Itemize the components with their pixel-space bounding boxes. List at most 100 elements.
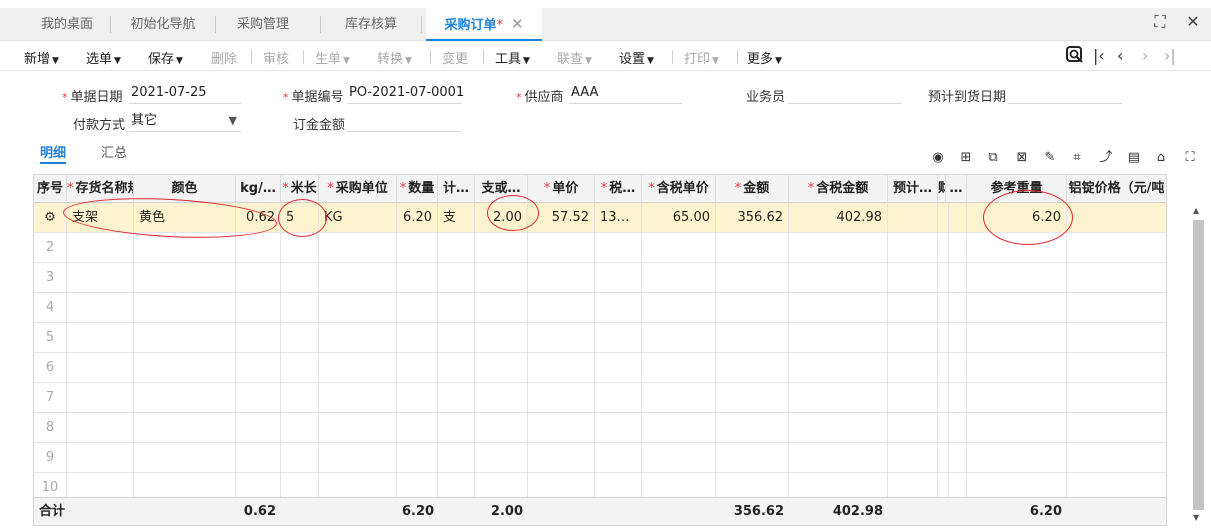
col-narrow-1[interactable]: 财 <box>938 175 946 203</box>
table-cell[interactable] <box>1067 233 1166 263</box>
table-cell[interactable] <box>281 323 319 353</box>
table-cell[interactable] <box>789 443 888 473</box>
table-cell[interactable] <box>967 353 1067 383</box>
table-cell[interactable] <box>67 323 134 353</box>
table-cell[interactable] <box>438 293 475 323</box>
table-row[interactable]: 8 <box>34 413 1166 443</box>
delete-row-icon[interactable]: ⊠ <box>1014 150 1030 166</box>
tab-purchase-order[interactable]: 采购订单* ✕ <box>426 8 542 41</box>
table-cell[interactable] <box>595 413 642 443</box>
supplier-field[interactable]: AAA <box>569 84 682 104</box>
table-cell[interactable] <box>1067 323 1166 353</box>
table-cell[interactable] <box>438 383 475 413</box>
table-cell[interactable] <box>716 263 789 293</box>
table-cell[interactable] <box>236 263 281 293</box>
table-cell[interactable] <box>281 443 319 473</box>
table-cell[interactable] <box>67 263 134 293</box>
table-cell[interactable] <box>281 263 319 293</box>
col-pieces[interactable]: 支或… <box>475 175 528 203</box>
table-cell[interactable] <box>528 413 595 443</box>
table-cell[interactable] <box>595 293 642 323</box>
table-cell[interactable] <box>888 263 938 293</box>
table-cell[interactable] <box>888 323 938 353</box>
table-cell[interactable] <box>789 263 888 293</box>
cell-tax-price[interactable]: 65.00 <box>642 203 716 233</box>
table-cell[interactable] <box>1067 353 1166 383</box>
cell-purchase-unit[interactable]: KG <box>319 203 397 233</box>
table-cell[interactable] <box>716 293 789 323</box>
table-cell[interactable] <box>475 383 528 413</box>
table-cell[interactable] <box>319 443 397 473</box>
table-cell[interactable] <box>888 443 938 473</box>
scroll-down-icon[interactable]: ▼ <box>1193 513 1199 522</box>
table-cell[interactable] <box>595 233 642 263</box>
table-cell[interactable] <box>134 383 236 413</box>
cell-qty[interactable]: 6.20 <box>397 203 438 233</box>
table-cell[interactable] <box>397 323 438 353</box>
payment-select[interactable]: 其它 ▼ <box>129 112 241 132</box>
generate-menu[interactable]: 生单 ▼ <box>315 48 350 67</box>
table-cell[interactable] <box>397 353 438 383</box>
table-cell[interactable] <box>397 293 438 323</box>
table-cell[interactable] <box>438 413 475 443</box>
columns-icon[interactable]: ▤ <box>1126 150 1142 166</box>
table-cell[interactable] <box>789 293 888 323</box>
table-row[interactable]: 6 <box>34 353 1166 383</box>
table-cell[interactable] <box>134 293 236 323</box>
table-cell[interactable] <box>281 413 319 443</box>
col-purchase-unit[interactable]: * 采购单位 <box>319 175 397 203</box>
table-cell[interactable] <box>67 293 134 323</box>
col-tax-price[interactable]: * 含税单价 <box>642 175 716 203</box>
table-cell[interactable] <box>595 443 642 473</box>
table-cell[interactable] <box>236 233 281 263</box>
table-cell[interactable] <box>438 263 475 293</box>
batch-icon[interactable]: ⌗ <box>1069 150 1085 166</box>
search-record-icon[interactable] <box>1066 46 1084 68</box>
cell-length[interactable]: 5 <box>281 203 319 233</box>
edit-icon[interactable]: ✎ <box>1042 150 1058 166</box>
table-cell[interactable] <box>1067 413 1166 443</box>
tab-inventory-accounting[interactable]: 库存核算 <box>321 8 421 41</box>
table-cell[interactable] <box>134 443 236 473</box>
table-cell[interactable] <box>281 293 319 323</box>
cell-kg[interactable]: 0.62 <box>236 203 281 233</box>
table-cell[interactable] <box>397 383 438 413</box>
table-row[interactable]: 4 <box>34 293 1166 323</box>
table-cell[interactable] <box>716 233 789 263</box>
close-tab-icon[interactable]: ✕ <box>511 15 524 33</box>
delete-button[interactable]: 删除 <box>211 48 237 67</box>
table-cell[interactable] <box>319 263 397 293</box>
table-cell[interactable] <box>716 353 789 383</box>
row-settings-icon[interactable]: ⚙ <box>34 203 67 233</box>
table-cell[interactable] <box>888 233 938 263</box>
table-row[interactable]: 7 <box>34 383 1166 413</box>
table-cell[interactable] <box>642 263 716 293</box>
table-cell[interactable] <box>528 323 595 353</box>
table-row[interactable]: 3 <box>34 263 1166 293</box>
table-cell[interactable] <box>319 293 397 323</box>
table-cell[interactable] <box>946 383 967 413</box>
save-menu[interactable]: 保存 ▼ <box>148 48 183 67</box>
table-cell[interactable] <box>595 383 642 413</box>
query-menu[interactable]: 联查 ▼ <box>557 48 592 67</box>
table-cell[interactable] <box>888 353 938 383</box>
print-menu[interactable]: 打印 ▼ <box>684 48 719 67</box>
table-cell[interactable] <box>236 413 281 443</box>
table-cell[interactable] <box>236 353 281 383</box>
col-ref-weight[interactable]: 参考重量 <box>967 175 1067 203</box>
table-cell[interactable] <box>67 353 134 383</box>
table-cell[interactable] <box>1067 383 1166 413</box>
next-record-icon[interactable]: › <box>1142 46 1148 65</box>
table-cell[interactable] <box>642 353 716 383</box>
col-measure[interactable]: 计… <box>438 175 475 203</box>
table-cell[interactable] <box>888 293 938 323</box>
number-field[interactable]: PO-2021-07-0001 <box>347 84 464 104</box>
table-cell[interactable] <box>595 323 642 353</box>
table-cell[interactable] <box>475 233 528 263</box>
table-cell[interactable] <box>946 413 967 443</box>
more-menu[interactable]: 更多 ▼ <box>747 48 782 67</box>
cell-price[interactable]: 57.52 <box>528 203 595 233</box>
table-cell[interactable] <box>236 443 281 473</box>
table-cell[interactable] <box>789 233 888 263</box>
arrival-date-field[interactable] <box>1008 84 1122 104</box>
